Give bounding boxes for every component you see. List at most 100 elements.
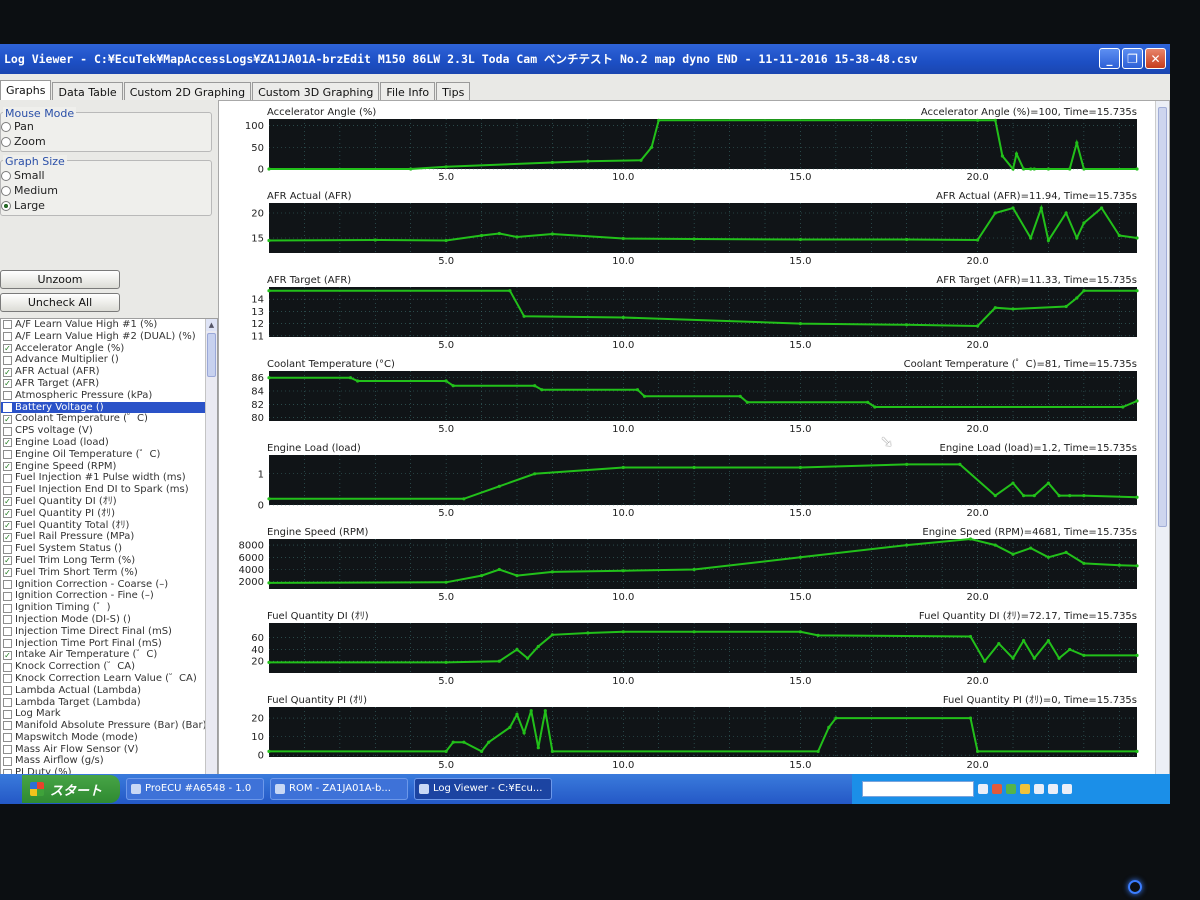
taskbar-item-log-viewer[interactable]: Log Viewer - C:¥Ecu... [414, 778, 552, 800]
channel-item[interactable]: Fuel Injection End DI to Spark (ms) [1, 484, 217, 496]
channel-list-scrollbar[interactable]: ▲ [205, 319, 217, 803]
checkbox-icon[interactable] [3, 450, 12, 460]
security-icon[interactable] [992, 784, 1002, 794]
maximize-icon[interactable]: ❐ [1122, 48, 1143, 69]
checkbox-checked-icon[interactable]: ✓ [3, 509, 12, 519]
channel-item[interactable]: ✓ Coolant Temperature (゜C) [1, 413, 217, 425]
checkbox-icon[interactable] [3, 603, 12, 613]
channel-item[interactable]: ✓ AFR Target (AFR) [1, 378, 217, 390]
tab-tips[interactable]: Tips [436, 82, 471, 100]
checkbox-checked-icon[interactable]: ✓ [3, 650, 12, 660]
checkbox-checked-icon[interactable]: ✓ [3, 532, 12, 542]
channel-item[interactable]: A/F Learn Value High #1 (%) [1, 319, 217, 331]
tab-custom-2d-graphing[interactable]: Custom 2D Graphing [123, 82, 252, 100]
checkbox-icon[interactable] [3, 638, 12, 648]
channel-item[interactable]: ✓ AFR Actual (AFR) [1, 366, 217, 378]
channel-item[interactable]: ✓ Fuel Quantity DI (ｵﾘ) [1, 496, 217, 508]
channel-item[interactable]: Mapswitch Mode (mode) [1, 732, 217, 744]
channel-item[interactable]: Battery Voltage () [1, 401, 217, 414]
checkbox-icon[interactable] [3, 332, 12, 342]
checkbox-icon[interactable] [3, 355, 12, 365]
channel-item[interactable]: Fuel Injection #1 Pulse width (ms) [1, 472, 217, 484]
channel-item[interactable]: Lambda Target (Lambda) [1, 697, 217, 709]
update-icon[interactable] [1006, 784, 1016, 794]
tab-custom-3d-graphing[interactable]: Custom 3D Graphing [252, 82, 380, 100]
scroll-thumb[interactable] [207, 333, 216, 377]
channel-item[interactable]: Atmospheric Pressure (kPa) [1, 390, 217, 402]
channel-item[interactable]: ✓ Accelerator Angle (%) [1, 343, 217, 355]
checkbox-icon[interactable] [3, 402, 12, 412]
checkbox-icon[interactable] [3, 697, 12, 707]
start-button[interactable]: スタート [22, 775, 120, 803]
channel-list[interactable]: A/F Learn Value High #1 (%) A/F Learn Val… [0, 318, 218, 804]
tab-file-info[interactable]: File Info [380, 82, 436, 100]
graph-size-large[interactable]: Large [1, 198, 211, 213]
checkbox-checked-icon[interactable]: ✓ [3, 461, 12, 471]
channel-item[interactable]: CPS voltage (V) [1, 425, 217, 437]
checkbox-icon[interactable] [3, 745, 12, 755]
channel-item[interactable]: Knock Correction Learn Value (゜CA) [1, 673, 217, 685]
checkbox-checked-icon[interactable]: ✓ [3, 438, 12, 448]
checkbox-icon[interactable] [3, 627, 12, 637]
channel-item[interactable]: ✓ Fuel Quantity PI (ｵﾘ) [1, 508, 217, 520]
channel-item[interactable]: Ignition Correction - Fine (–) [1, 590, 217, 602]
scroll-up-icon[interactable]: ▲ [206, 319, 217, 331]
channel-item[interactable]: Ignition Timing (゜) [1, 602, 217, 614]
minimize-icon[interactable]: _ [1099, 48, 1120, 69]
checkbox-icon[interactable] [3, 391, 12, 401]
checkbox-icon[interactable] [3, 733, 12, 743]
window-titlebar[interactable]: Log Viewer - C:¥EcuTek¥MapAccessLogs¥ZA1… [0, 44, 1170, 74]
channel-item[interactable]: Injection Time Port Final (mS) [1, 638, 217, 650]
channel-item[interactable]: ✓ Fuel Quantity Total (ｵﾘ) [1, 520, 217, 532]
checkbox-icon[interactable] [3, 756, 12, 766]
graph-size-medium[interactable]: Medium [1, 183, 211, 198]
channel-item[interactable]: Lambda Actual (Lambda) [1, 685, 217, 697]
channel-item[interactable]: Knock Correction (゜CA) [1, 661, 217, 673]
checkbox-checked-icon[interactable]: ✓ [3, 520, 12, 530]
channel-item[interactable]: ✓ Fuel Rail Pressure (MPa) [1, 531, 217, 543]
warning-icon[interactable] [1020, 784, 1030, 794]
channel-item[interactable]: ✓ Engine Speed (RPM) [1, 461, 217, 473]
mouse-mode-pan[interactable]: Pan [1, 119, 211, 134]
taskbar-item-rom[interactable]: ROM - ZA1JA01A-b... [270, 778, 408, 800]
tab-graphs[interactable]: Graphs [0, 80, 52, 100]
channel-item[interactable]: Engine Oil Temperature (゜C) [1, 449, 217, 461]
checkbox-icon[interactable] [3, 473, 12, 483]
channel-item[interactable]: Mass Airflow (g/s) [1, 755, 217, 767]
channel-item[interactable]: Manifold Absolute Pressure (Bar) (Bar) [1, 720, 217, 732]
channel-item[interactable]: ✓ Intake Air Temperature (゜C) [1, 649, 217, 661]
tab-data-table[interactable]: Data Table [52, 82, 123, 100]
channel-item[interactable]: ✓ Fuel Trim Long Term (%) [1, 555, 217, 567]
checkbox-checked-icon[interactable]: ✓ [3, 414, 12, 424]
checkbox-checked-icon[interactable]: ✓ [3, 556, 12, 566]
close-icon[interactable]: ✕ [1145, 48, 1166, 69]
checkbox-icon[interactable] [3, 544, 12, 554]
channel-item[interactable]: ✓ Fuel Trim Short Term (%) [1, 567, 217, 579]
channel-item[interactable]: Mass Air Flow Sensor (V) [1, 744, 217, 756]
ime-icon[interactable] [1048, 784, 1058, 794]
unzoom-button[interactable]: Unzoom [0, 270, 120, 289]
channel-item[interactable]: Ignition Correction - Coarse (–) [1, 579, 217, 591]
graph-size-small[interactable]: Small [1, 168, 211, 183]
checkbox-icon[interactable] [3, 320, 12, 330]
checkbox-icon[interactable] [3, 721, 12, 731]
checkbox-checked-icon[interactable]: ✓ [3, 379, 12, 389]
channel-item[interactable]: Advance Multiplier () [1, 354, 217, 366]
checkbox-icon[interactable] [3, 591, 12, 601]
checkbox-icon[interactable] [3, 709, 12, 719]
taskbar-item-proecu[interactable]: ProECU #A6548 - 1.0 [126, 778, 264, 800]
checkbox-checked-icon[interactable]: ✓ [3, 367, 12, 377]
search-input[interactable] [862, 781, 974, 797]
channel-item[interactable]: Fuel System Status () [1, 543, 217, 555]
checkbox-icon[interactable] [3, 662, 12, 672]
channel-item[interactable]: Injection Time Direct Final (mS) [1, 626, 217, 638]
checkbox-icon[interactable] [3, 426, 12, 436]
channel-item[interactable]: A/F Learn Value High #2 (DUAL) (%) [1, 331, 217, 343]
volume-icon[interactable] [1034, 784, 1044, 794]
checkbox-icon[interactable] [3, 485, 12, 495]
checkbox-icon[interactable] [3, 615, 12, 625]
checkbox-icon[interactable] [3, 579, 12, 589]
scroll-thumb[interactable] [1158, 107, 1167, 527]
network-icon[interactable] [978, 784, 988, 794]
graphs-scrollbar[interactable] [1155, 101, 1169, 803]
